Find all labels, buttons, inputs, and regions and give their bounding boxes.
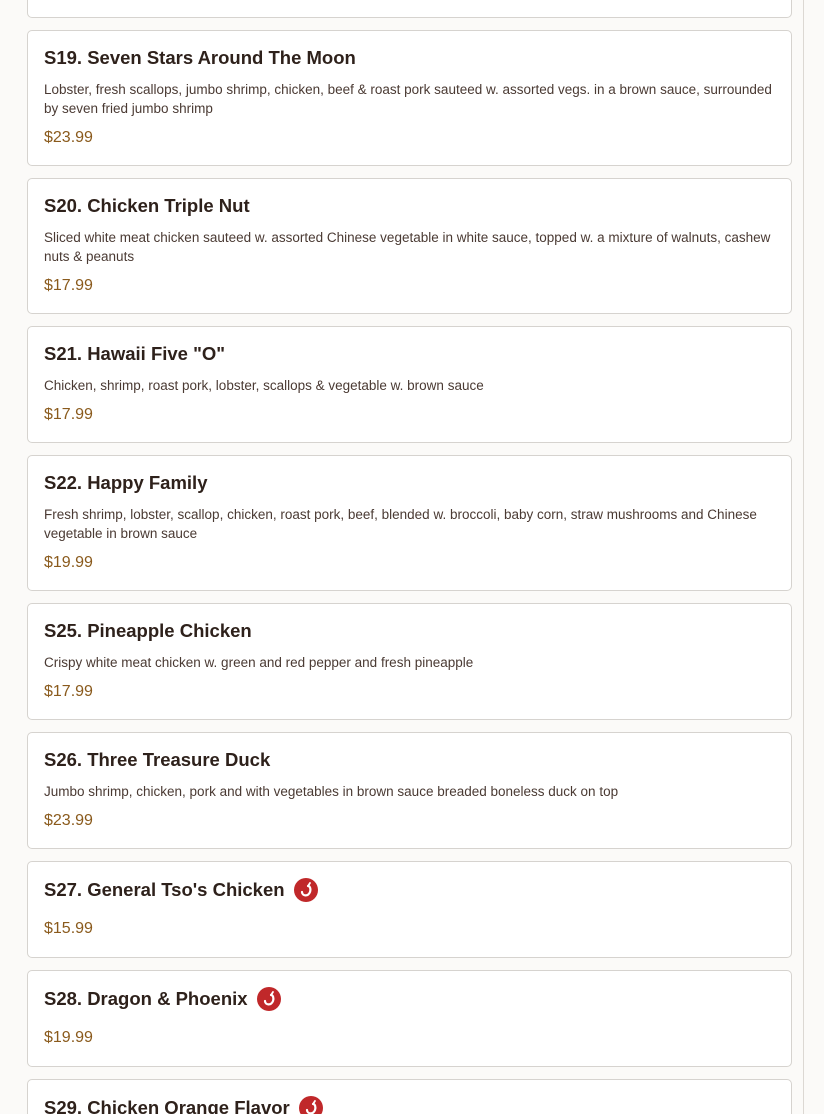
menu-item-name: S27. General Tso's Chicken <box>44 879 285 900</box>
page-right-divider <box>803 0 804 1114</box>
menu-item-list: S19. Seven Stars Around The Moon Lobster… <box>27 0 792 1114</box>
menu-item-name: S21. Hawaii Five "O" <box>44 343 226 364</box>
menu-item-price: $17.99 <box>44 683 93 700</box>
menu-item-price: $19.99 <box>44 554 93 571</box>
menu-item-card[interactable]: S28. Dragon & Phoenix $19.99 <box>27 970 792 1067</box>
menu-item-description: Lobster, fresh scallops, jumbo shrimp, c… <box>44 82 772 116</box>
menu-item-card[interactable]: S21. Hawaii Five "O" Chicken, shrimp, ro… <box>27 326 792 443</box>
menu-item-price: $17.99 <box>44 277 93 294</box>
menu-item-description: Fresh shrimp, lobster, scallop, chicken,… <box>44 507 757 541</box>
menu-item-card[interactable]: S25. Pineapple Chicken Crispy white meat… <box>27 603 792 720</box>
menu-item-description: Crispy white meat chicken w. green and r… <box>44 655 474 670</box>
menu-item-title: S22. Happy Family <box>44 472 775 494</box>
menu-item-card[interactable]: S29. Chicken Orange Flavor <box>27 1079 792 1114</box>
menu-item-name: S26. Three Treasure Duck <box>44 749 271 770</box>
menu-item-name: S22. Happy Family <box>44 472 208 493</box>
menu-item-price: $23.99 <box>44 812 93 829</box>
menu-item-description: Chicken, shrimp, roast pork, lobster, sc… <box>44 378 484 393</box>
chili-pepper-icon <box>298 1096 323 1114</box>
menu-item-title: S29. Chicken Orange Flavor <box>44 1096 775 1114</box>
menu-item-name: S29. Chicken Orange Flavor <box>44 1097 290 1114</box>
menu-item-price: $17.99 <box>44 406 93 423</box>
chili-pepper-icon <box>293 878 318 902</box>
menu-item-title: S26. Three Treasure Duck <box>44 749 775 771</box>
chili-pepper-icon <box>256 987 281 1011</box>
menu-item-card[interactable]: S20. Chicken Triple Nut Sliced white mea… <box>27 178 792 314</box>
menu-item-name: S19. Seven Stars Around The Moon <box>44 47 356 68</box>
menu-item-card-partial[interactable] <box>27 0 792 18</box>
menu-item-price: $23.99 <box>44 129 93 146</box>
menu-item-card[interactable]: S22. Happy Family Fresh shrimp, lobster,… <box>27 455 792 591</box>
menu-item-title: S28. Dragon & Phoenix <box>44 987 775 1011</box>
menu-item-name: S20. Chicken Triple Nut <box>44 195 250 216</box>
menu-item-description: Sliced white meat chicken sauteed w. ass… <box>44 230 771 264</box>
menu-item-price: $15.99 <box>44 920 93 937</box>
menu-item-title: S20. Chicken Triple Nut <box>44 195 775 217</box>
menu-item-card[interactable]: S27. General Tso's Chicken $15.99 <box>27 861 792 958</box>
menu-item-title: S27. General Tso's Chicken <box>44 878 775 902</box>
menu-item-name: S25. Pineapple Chicken <box>44 620 252 641</box>
menu-item-title: S21. Hawaii Five "O" <box>44 343 775 365</box>
menu-item-name: S28. Dragon & Phoenix <box>44 988 248 1009</box>
menu-item-description: Jumbo shrimp, chicken, pork and with veg… <box>44 784 619 799</box>
menu-item-title: S19. Seven Stars Around The Moon <box>44 47 775 69</box>
menu-item-price: $19.99 <box>44 1029 93 1046</box>
menu-item-card[interactable]: S26. Three Treasure Duck Jumbo shrimp, c… <box>27 732 792 849</box>
menu-item-title: S25. Pineapple Chicken <box>44 620 775 642</box>
menu-item-card[interactable]: S19. Seven Stars Around The Moon Lobster… <box>27 30 792 166</box>
